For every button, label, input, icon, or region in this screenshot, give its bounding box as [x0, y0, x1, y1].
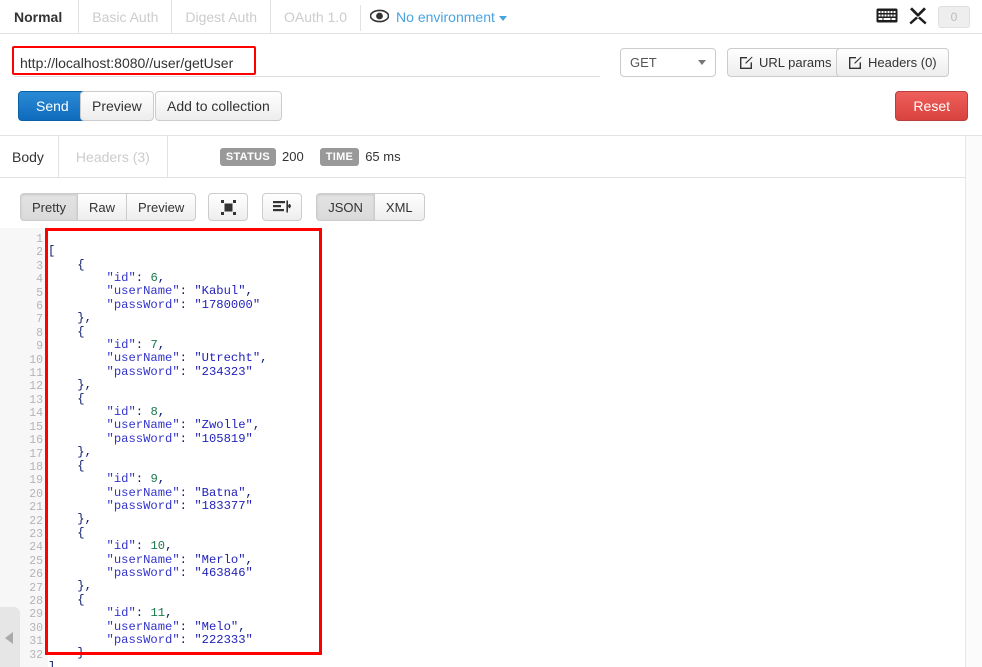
wrap-lines-icon — [273, 200, 291, 215]
body-preview-button[interactable]: Preview — [126, 193, 196, 221]
tab-response-headers-label: Headers (3) — [76, 149, 150, 165]
request-url-row: GET URL params Headers (0) — [0, 44, 982, 84]
reset-button[interactable]: Reset — [895, 91, 968, 121]
request-count-badge[interactable]: 0 — [938, 6, 970, 28]
right-side-panel — [966, 136, 982, 667]
line-number: 27 — [0, 582, 48, 595]
add-to-collection-button[interactable]: Add to collection — [155, 91, 282, 121]
line-number: 11 — [0, 367, 48, 380]
response-body-code[interactable]: [ { "id": 6, "userName": "Kabul", "passW… — [48, 245, 267, 667]
status-badge: STATUS — [220, 148, 276, 166]
auth-tab-oauth-1[interactable]: OAuth 1.0 — [270, 0, 360, 34]
auth-tab-normal-label: Normal — [14, 9, 62, 25]
chevron-down-icon — [698, 60, 706, 65]
time-value: 65 ms — [365, 149, 400, 164]
environment-label: No environment — [396, 9, 495, 25]
line-number: 3 — [0, 260, 48, 273]
line-number: 18 — [0, 461, 48, 474]
fullscreen-icon — [221, 200, 236, 215]
wrench-tools-icon[interactable] — [909, 7, 927, 28]
body-raw-button[interactable]: Raw — [77, 193, 127, 221]
http-method-select[interactable]: GET — [620, 48, 716, 77]
time-badge: TIME — [320, 148, 359, 166]
keyboard-icon[interactable] — [876, 8, 898, 26]
line-number: 16 — [0, 434, 48, 447]
response-tab-row: Body Headers (3) STATUS 200 TIME 65 ms — [0, 136, 982, 177]
tab-body-label: Body — [12, 149, 44, 165]
line-number: 24 — [0, 541, 48, 554]
auth-tab-oauth-1-label: OAuth 1.0 — [284, 9, 347, 25]
line-number: 14 — [0, 407, 48, 420]
line-number: 4 — [0, 273, 48, 286]
line-number: 20 — [0, 488, 48, 501]
tab-response-headers[interactable]: Headers (3) — [58, 136, 168, 177]
wrap-lines-button[interactable] — [262, 193, 302, 221]
line-number: 2 — [0, 246, 48, 259]
chevron-down-icon — [499, 16, 507, 21]
url-params-label: URL params — [759, 55, 831, 70]
divider-response-bottom — [0, 177, 982, 178]
auth-tab-digest-auth[interactable]: Digest Auth — [171, 0, 270, 34]
url-params-button[interactable]: URL params — [727, 48, 843, 77]
auth-tab-basic-auth-label: Basic Auth — [92, 9, 158, 25]
line-number: 12 — [0, 380, 48, 393]
line-number: 22 — [0, 515, 48, 528]
body-json-button[interactable]: JSON — [316, 193, 375, 221]
edit-square-icon — [848, 56, 862, 70]
url-input[interactable] — [14, 49, 600, 77]
line-number: 8 — [0, 327, 48, 340]
line-number: 26 — [0, 568, 48, 581]
response-body-toolbar: Pretty Raw Preview JSON XML — [0, 192, 425, 222]
request-headers-button[interactable]: Headers (0) — [836, 48, 949, 77]
tab-body[interactable]: Body — [0, 136, 58, 177]
line-number: 1 — [0, 233, 48, 246]
fullscreen-button[interactable] — [208, 193, 248, 221]
chevron-left-icon — [5, 632, 13, 644]
request-action-row: Send Preview Add to collection Reset — [0, 86, 982, 134]
body-language-group: JSON XML — [316, 193, 424, 221]
environment-selector[interactable]: No environment — [396, 9, 507, 25]
response-body-viewer[interactable]: 1234567891011121314151617181920212223242… — [0, 228, 982, 667]
divider-top — [0, 33, 982, 34]
body-format-group: Pretty Raw Preview — [20, 193, 196, 221]
http-method-value: GET — [630, 55, 657, 70]
top-right-toolbar: 0 — [876, 0, 970, 34]
auth-tab-basic-auth[interactable]: Basic Auth — [78, 0, 171, 34]
line-number: 21 — [0, 501, 48, 514]
line-number: 6 — [0, 300, 48, 313]
send-button[interactable]: Send — [18, 91, 87, 121]
line-number-gutter: 1234567891011121314151617181920212223242… — [0, 228, 48, 667]
edit-square-icon — [739, 56, 753, 70]
line-number: 13 — [0, 394, 48, 407]
environment-block: No environment — [361, 0, 507, 34]
line-number: 15 — [0, 421, 48, 434]
line-number: 23 — [0, 528, 48, 541]
line-number: 17 — [0, 448, 48, 461]
auth-tab-digest-auth-label: Digest Auth — [185, 9, 257, 25]
line-number: 10 — [0, 354, 48, 367]
request-headers-label: Headers (0) — [868, 55, 937, 70]
response-status-block: STATUS 200 TIME 65 ms — [220, 148, 401, 166]
body-xml-button[interactable]: XML — [374, 193, 425, 221]
auth-tab-normal[interactable]: Normal — [0, 0, 78, 34]
line-number: 9 — [0, 340, 48, 353]
auth-tabs: Normal Basic Auth Digest Auth OAuth 1.0 — [0, 0, 360, 34]
preview-request-button[interactable]: Preview — [80, 91, 154, 121]
status-value: 200 — [282, 149, 304, 164]
sidebar-collapse-handle[interactable] — [0, 607, 20, 667]
line-number: 19 — [0, 474, 48, 487]
line-number: 7 — [0, 313, 48, 326]
line-number: 5 — [0, 287, 48, 300]
line-number: 25 — [0, 555, 48, 568]
auth-tab-bar: Normal Basic Auth Digest Auth OAuth 1.0 … — [0, 0, 982, 34]
body-pretty-button[interactable]: Pretty — [20, 193, 78, 221]
right-panel-divider — [965, 136, 966, 667]
eye-icon[interactable] — [370, 9, 389, 26]
